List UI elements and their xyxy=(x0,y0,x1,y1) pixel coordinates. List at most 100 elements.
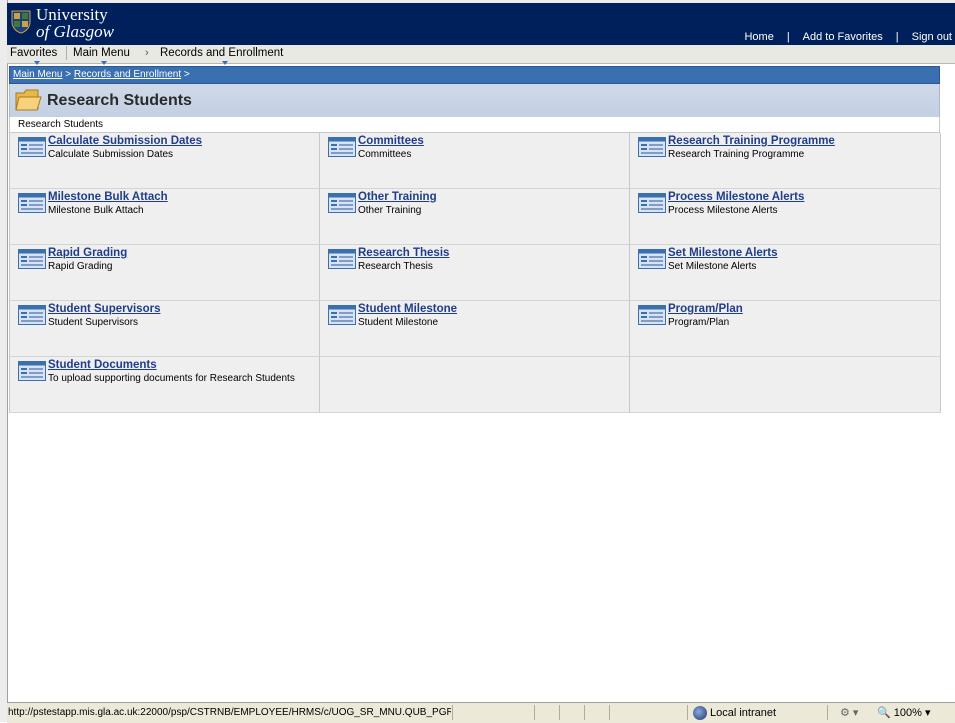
menu-item-description: Process Milestone Alerts xyxy=(668,205,778,216)
empty-cell xyxy=(320,357,630,413)
menu-item-description: To upload supporting documents for Resea… xyxy=(48,373,295,384)
favorites-menu[interactable]: Favorites xyxy=(10,47,58,65)
breadcrumb-records[interactable]: Records and Enrollment xyxy=(74,69,181,80)
component-icon[interactable] xyxy=(328,249,356,274)
menu-item: Calculate Submission Dates Calculate Subm… xyxy=(10,133,320,189)
page-title-bar: Research Students xyxy=(9,84,940,117)
page-title: Research Students xyxy=(47,92,192,109)
content-area: Main Menu > Records and Enrollment > Res… xyxy=(9,66,941,413)
component-icon[interactable] xyxy=(328,305,356,330)
menu-item: Student Documents To upload supporting do… xyxy=(10,357,320,413)
menu-item: Process Milestone Alerts Process Mileston… xyxy=(630,189,941,245)
status-divider xyxy=(584,705,585,720)
menu-item-description: Milestone Bulk Attach xyxy=(48,205,144,216)
menu-item: Set Milestone Alerts Set Milestone Alerts xyxy=(630,245,941,301)
dropdown-arrow-icon xyxy=(33,61,40,65)
window-left-edge xyxy=(0,0,8,722)
menu-item: Rapid Grading Rapid Grading xyxy=(10,245,320,301)
component-icon[interactable] xyxy=(18,137,46,162)
component-icon[interactable] xyxy=(638,193,666,218)
menu-item: Milestone Bulk Attach Milestone Bulk Atta… xyxy=(10,189,320,245)
menu-item-link[interactable]: Student Milestone xyxy=(358,303,457,315)
menu-item-description: Other Training xyxy=(358,205,422,216)
records-enrollment-menu[interactable]: Records and Enrollment xyxy=(160,47,284,65)
menu-item: Other Training Other Training xyxy=(320,189,630,245)
status-divider xyxy=(827,705,828,720)
menu-item: Research Training Programme Research Trai… xyxy=(630,133,941,189)
breadcrumb-main-menu[interactable]: Main Menu xyxy=(13,69,62,80)
menu-bar: Favorites Main Menu › Records and Enroll… xyxy=(7,45,955,65)
main-menu[interactable]: Main Menu xyxy=(73,47,130,65)
main-menu-label: Main Menu xyxy=(73,47,130,59)
component-icon[interactable] xyxy=(18,305,46,330)
component-icon[interactable] xyxy=(638,249,666,274)
menu-grid: Calculate Submission Dates Calculate Subm… xyxy=(9,133,941,413)
menu-item-description: Research Training Programme xyxy=(668,149,805,160)
menu-item: Student Supervisors Student Supervisors xyxy=(10,301,320,357)
status-divider xyxy=(609,705,610,720)
status-divider xyxy=(687,705,688,720)
dropdown-arrow-icon xyxy=(221,61,228,65)
menu-item-description: Student Milestone xyxy=(358,317,439,328)
zoom-dropdown-arrow: ▾ xyxy=(924,707,931,719)
header-links: Home | Add to Favorites | Sign out xyxy=(731,31,955,43)
zoom-level: 100% xyxy=(893,707,922,719)
folder-icon xyxy=(15,89,42,111)
status-divider xyxy=(534,705,535,720)
add-to-favorites-link[interactable]: Add to Favorites xyxy=(790,31,896,43)
menu-item-link[interactable]: Other Training xyxy=(358,191,437,203)
component-icon[interactable] xyxy=(18,193,46,218)
menu-item-description: Set Milestone Alerts xyxy=(668,261,757,272)
protected-mode-button[interactable]: ⚙ ▾ xyxy=(840,706,858,719)
component-icon[interactable] xyxy=(328,137,356,162)
breadcrumb-separator: > xyxy=(181,69,190,80)
menu-item-description: Student Supervisors xyxy=(48,317,139,328)
protected-mode-arrow: ▾ xyxy=(852,707,859,719)
breadcrumb: Main Menu > Records and Enrollment > xyxy=(9,66,940,84)
security-zone: Local intranet xyxy=(693,706,776,720)
component-icon[interactable] xyxy=(18,361,46,386)
menu-item-description: Committees xyxy=(358,149,412,160)
menu-item: Program/Plan Program/Plan xyxy=(630,301,941,357)
breadcrumb-separator: > xyxy=(62,69,74,80)
menu-item-link[interactable]: Student Documents xyxy=(48,359,157,371)
menu-item: Committees Committees xyxy=(320,133,630,189)
menu-item-description: Research Thesis xyxy=(358,261,433,272)
menu-item-link[interactable]: Rapid Grading xyxy=(48,247,127,259)
menu-item-link[interactable]: Research Thesis xyxy=(358,247,449,259)
menu-item-link[interactable]: Committees xyxy=(358,135,424,147)
dropdown-arrow-icon xyxy=(101,61,108,65)
menu-item-link[interactable]: Milestone Bulk Attach xyxy=(48,191,168,203)
menu-item-link[interactable]: Student Supervisors xyxy=(48,303,160,315)
menu-item-link[interactable]: Calculate Submission Dates xyxy=(48,135,202,147)
component-icon[interactable] xyxy=(18,249,46,274)
zoom-control[interactable]: 🔍 100% ▾ xyxy=(877,706,931,719)
menu-item-description: Calculate Submission Dates xyxy=(48,149,174,160)
empty-cell xyxy=(630,357,941,413)
menu-item-link[interactable]: Process Milestone Alerts xyxy=(668,191,804,203)
menu-arrow-icon: › xyxy=(145,47,149,59)
menu-item-description: Rapid Grading xyxy=(48,261,113,272)
sign-out-link[interactable]: Sign out xyxy=(899,31,955,43)
status-divider xyxy=(559,705,560,720)
records-enrollment-label: Records and Enrollment xyxy=(160,47,284,59)
status-url: http://pstestapp.mis.gla.ac.uk:22000/psp… xyxy=(8,707,451,718)
favorites-menu-label: Favorites xyxy=(10,47,58,59)
component-icon[interactable] xyxy=(638,305,666,330)
menu-divider xyxy=(66,46,67,60)
security-zone-label: Local intranet xyxy=(710,707,777,719)
crest-icon xyxy=(11,10,31,34)
home-link[interactable]: Home xyxy=(731,31,786,43)
menu-item-link[interactable]: Research Training Programme xyxy=(668,135,835,147)
menu-item-description: Program/Plan xyxy=(668,317,730,328)
menu-item-link[interactable]: Set Milestone Alerts xyxy=(668,247,778,259)
status-divider xyxy=(452,705,453,720)
menu-item: Student Milestone Student Milestone xyxy=(320,301,630,357)
menu-item-link[interactable]: Program/Plan xyxy=(668,303,743,315)
status-bar: http://pstestapp.mis.gla.ac.uk:22000/psp… xyxy=(7,702,955,723)
component-icon[interactable] xyxy=(638,137,666,162)
menu-item: Research Thesis Research Thesis xyxy=(320,245,630,301)
section-heading: Research Students xyxy=(9,117,940,133)
component-icon[interactable] xyxy=(328,193,356,218)
globe-icon xyxy=(693,706,707,720)
